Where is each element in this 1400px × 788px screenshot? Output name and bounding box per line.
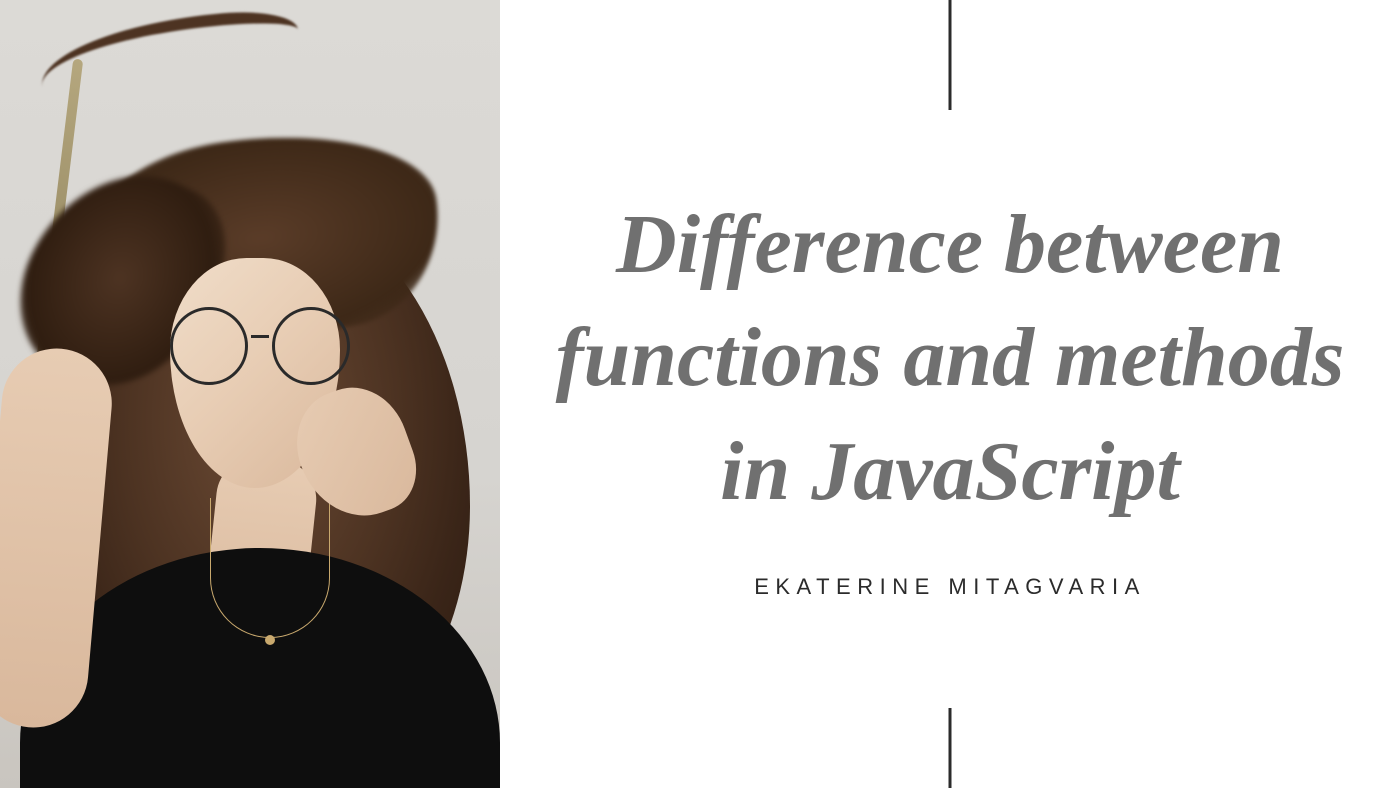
glasses [170,314,350,378]
divider-top [949,0,952,110]
divider-bottom [949,708,952,788]
page-title: Difference between functions and methods… [540,188,1360,528]
hair-strand [37,7,303,109]
hero-photo-panel [0,0,500,788]
glasses-lens-right [272,307,350,385]
glasses-bridge [251,335,269,338]
author-name: EKATERINE MITAGVARIA [754,574,1146,600]
glasses-lens-left [170,307,248,385]
hero-photo [0,0,500,788]
title-panel: Difference between functions and methods… [500,0,1400,788]
necklace [210,498,330,638]
